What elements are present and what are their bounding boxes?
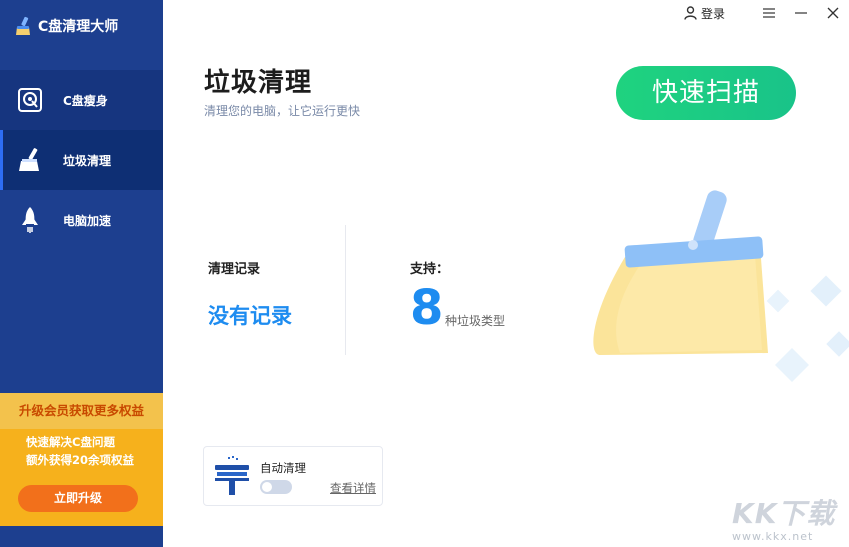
login-button[interactable]: 登录 [684, 5, 725, 22]
page-subtitle: 清理您的电脑，让它运行更快 [204, 104, 361, 118]
auto-clean-toggle[interactable] [260, 480, 292, 494]
brand: C盘清理大师 [14, 14, 118, 38]
auto-clean-card: 自动清理 查看详情 [203, 446, 383, 506]
minimize-icon [795, 12, 807, 14]
minimize-button[interactable] [785, 0, 817, 26]
clean-record-value: 没有记录 [208, 304, 292, 328]
promo-title: 升级会员获取更多权益 [0, 393, 163, 429]
watermark: KK下载 www.kkx.net [732, 492, 849, 547]
broom-icon [16, 146, 44, 174]
broom-logo-icon [16, 16, 30, 35]
upgrade-promo: 升级会员获取更多权益 快速解决C盘问题 额外获得20余项权益 立即升级 [0, 393, 163, 526]
support-label: 支持： [410, 262, 450, 277]
login-label: 登录 [700, 6, 725, 21]
clean-record-label: 清理记录 [208, 262, 261, 277]
promo-line: 快速解决C盘问题 [26, 435, 115, 449]
close-icon [827, 7, 839, 19]
sidebar-item-junk-clean[interactable]: 垃圾清理 [0, 130, 163, 190]
sidebar-nav: C盘瘦身 垃圾清理 电脑加速 [0, 70, 163, 250]
user-icon [684, 6, 697, 20]
title-bar-controls: 登录 [684, 0, 849, 26]
stats-divider [345, 225, 346, 355]
page-title: 垃圾清理 [204, 68, 313, 98]
broom-illustration-icon [593, 190, 849, 382]
view-details-link[interactable]: 查看详情 [330, 480, 376, 496]
support-unit: 种垃圾类型 [445, 314, 506, 328]
disk-icon [16, 86, 44, 114]
toggle-knob [262, 482, 272, 492]
rocket-icon [16, 206, 44, 234]
upgrade-now-button[interactable]: 立即升级 [18, 485, 138, 512]
hamburger-icon [763, 8, 775, 18]
sidebar-item-label: 垃圾清理 [63, 153, 112, 168]
sidebar: C盘清理大师 C盘瘦身 垃圾清理 电脑加速 升级会员获取更多权益 快速解决C盘问… [0, 0, 163, 547]
sidebar-footer [0, 526, 163, 547]
auto-clean-label: 自动清理 [260, 461, 306, 475]
sidebar-item-label: C盘瘦身 [63, 93, 108, 108]
sidebar-item-c-drive-slim[interactable]: C盘瘦身 [0, 70, 163, 130]
sidebar-item-label: 电脑加速 [63, 213, 112, 228]
auto-clean-brush-icon [215, 456, 249, 495]
promo-line: 额外获得20余项权益 [26, 453, 135, 467]
app-title: C盘清理大师 [38, 19, 119, 35]
sidebar-item-pc-speedup[interactable]: 电脑加速 [0, 190, 163, 250]
quick-scan-button[interactable]: 快速扫描 [616, 66, 796, 120]
close-button[interactable] [817, 0, 849, 26]
support-count: 8 [410, 280, 444, 336]
watermark-logo: KK下载 [732, 497, 836, 530]
menu-button[interactable] [753, 0, 785, 26]
